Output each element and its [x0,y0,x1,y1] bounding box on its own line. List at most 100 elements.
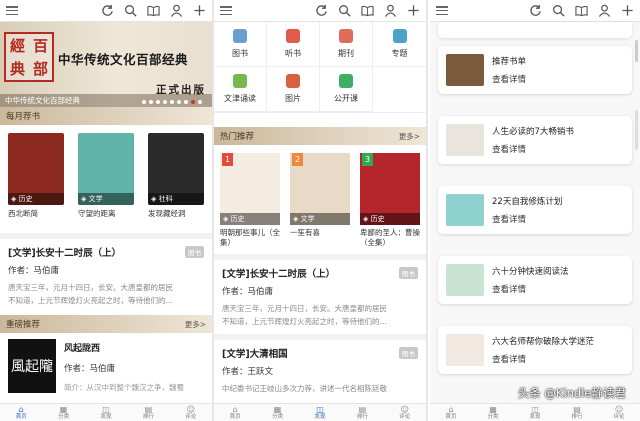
nav-item-discover[interactable]: ◫ 发现 [314,405,325,420]
book-cover[interactable]: ◈ 文学 [78,133,134,205]
article-card[interactable]: [文学]大清相国 图书 作者：王跃文 中纪委书记王岐山多次力荐，讲述一代名相陈廷… [214,334,426,401]
view-details-link[interactable]: 查看详情 [492,73,526,85]
nav-label: 评论 [613,414,625,420]
category-item[interactable]: 专题 [373,22,426,67]
view-details-link[interactable]: 查看详情 [492,213,562,225]
featured-section-header: 重磅推荐 更多> [0,315,212,333]
book-cover[interactable]: 2 ◈ 文学 [290,153,350,225]
book-cover[interactable]: ◈ 社科 [148,133,204,205]
carousel-dots[interactable] [142,100,202,104]
hot-book-row: 1 ◈ 历史 明朝那些事儿（全集） 2 ◈ 文学 一笙有喜 3 ◈ 历史 卑鄙的… [214,145,426,248]
rank-badge: 1 [222,153,233,166]
partial-card[interactable] [438,22,632,38]
nav-label: 分类 [58,414,70,420]
plus-icon[interactable] [621,4,634,17]
card-thumbnail [446,264,484,296]
nav-label: 排行 [571,414,583,420]
section-title: 重磅推荐 [6,320,41,330]
rank-badge: 2 [292,153,303,166]
bookshelf-icon[interactable] [361,4,374,17]
nav-item-comment[interactable]: ☺ 评论 [399,405,410,420]
comment-icon: ☺ [186,405,195,414]
view-details-link[interactable]: 查看详情 [492,143,574,155]
category-icon [286,29,300,43]
nav-label: 排行 [356,414,368,420]
article-card[interactable]: [文学]长安十二时辰（上） 图书 作者：马伯庸 唐天宝三年，元月十四日，长安。大… [0,233,212,313]
plus-icon[interactable] [407,4,420,17]
category-item[interactable]: 期刊 [320,22,373,67]
nav-item-category[interactable]: ▦ 分类 [58,405,69,420]
user-icon[interactable] [384,4,397,17]
nav-item-discover[interactable]: ◫ 发现 [529,405,540,420]
more-link[interactable]: 更多> [399,131,420,142]
book-card[interactable]: 3 ◈ 历史 卑鄙的圣人：曹操（全集） [360,153,420,248]
booklist-card[interactable]: 六大名师帮你破除大学迷茫 查看详情 [438,326,632,374]
nav-item-rank[interactable]: ▤ 排行 [143,405,154,420]
nav-item-home[interactable]: ⌂ 首页 [16,405,27,420]
article-card[interactable]: [文学]长安十二时辰（上） 图书 作者：马伯庸 唐天宝三年，元月十四日，长安。大… [214,254,426,334]
book-card[interactable]: ◈ 社科 发现藏经洞 [148,133,204,219]
book-cover[interactable]: ◈ 历史 [8,133,64,205]
discover-icon: ◫ [531,405,539,414]
nav-item-rank[interactable]: ▤ 排行 [571,405,582,420]
user-icon[interactable] [598,4,611,17]
nav-item-discover[interactable]: ◫ 发现 [100,405,111,420]
refresh-icon[interactable] [101,4,114,17]
featured-title: 风起陇西 [64,344,101,354]
nav-item-category[interactable]: ▦ 分类 [272,405,283,420]
book-card[interactable]: ◈ 文学 守望的距离 [78,133,134,219]
refresh-icon[interactable] [529,4,542,17]
refresh-icon[interactable] [315,4,328,17]
category-item[interactable]: 公开课 [320,67,373,112]
category-item[interactable]: 图片 [267,67,320,112]
category-item[interactable]: 文津诵读 [214,67,267,112]
featured-cover[interactable]: 風起隴 [8,339,56,393]
bookshelf-icon[interactable] [575,4,588,17]
menu-icon[interactable] [436,6,448,15]
category-item[interactable]: 图书 [214,22,267,67]
menu-icon[interactable] [6,6,18,15]
home-icon: ⌂ [18,405,24,414]
booklist-card[interactable]: 六十分钟快速阅读法 查看详情 [438,256,632,304]
nav-item-home[interactable]: ⌂ 首页 [230,405,241,420]
category-icon [286,74,300,88]
booklist-card[interactable]: 22天自我修炼计划 查看详情 [438,186,632,234]
nav-item-rank[interactable]: ▤ 排行 [357,405,368,420]
search-icon[interactable] [124,4,137,17]
home-icon: ⌂ [232,405,238,414]
article-title: [文学]长安十二时辰（上） [222,269,336,280]
booklist-card[interactable]: 推荐书单 查看详情 [438,46,632,94]
scrollbar[interactable] [635,40,638,62]
search-icon[interactable] [338,4,351,17]
more-link[interactable]: 更多> [185,319,206,330]
nav-label: 发现 [529,414,541,420]
book-card[interactable]: 2 ◈ 文学 一笙有喜 [290,153,350,248]
category-item[interactable]: 听书 [267,22,320,67]
menu-icon[interactable] [220,6,232,15]
plus-icon[interactable] [193,4,206,17]
home-screen: 經 百 典 部 中华传统文化百部经典 正式出版 中华传统文化百部经典 每月荐书 … [0,0,212,421]
book-title: 卑鄙的圣人：曹操（全集） [360,228,420,247]
nav-item-comment[interactable]: ☺ 评论 [185,405,196,420]
bookshelf-icon[interactable] [147,4,160,17]
user-icon[interactable] [170,4,183,17]
book-card[interactable]: ◈ 历史 西北断简 [8,133,64,219]
category-icon: ▦ [489,405,497,414]
booklist-card[interactable]: 人生必读的7大畅销书 查看详情 [438,116,632,164]
book-title: 明朝那些事儿（全集） [220,228,280,247]
search-icon[interactable] [552,4,565,17]
book-cover[interactable]: 3 ◈ 历史 [360,153,420,225]
book-card[interactable]: 1 ◈ 历史 明朝那些事儿（全集） [220,153,280,248]
category-screen: 图书 听书 期刊 专题 文津诵读 图片 公开课 热门推荐 更多> 1 ◈ 历史 明朝那些事儿… [214,0,426,421]
banner-carousel[interactable]: 經 百 典 部 中华传统文化百部经典 正式出版 中华传统文化百部经典 [0,22,212,107]
rank-icon: ▤ [358,405,367,414]
nav-item-comment[interactable]: ☺ 评论 [613,405,624,420]
featured-book[interactable]: 風起隴 风起陇西 作者：马伯庸 简介：从汉中到整个魏汉之争，魏蜀 [0,333,212,399]
nav-item-category[interactable]: ▦ 分类 [487,405,498,420]
nav-item-home[interactable]: ⌂ 首页 [445,405,456,420]
scrollbar[interactable] [635,110,638,150]
view-details-link[interactable]: 查看详情 [492,283,569,295]
book-cover[interactable]: 1 ◈ 历史 [220,153,280,225]
view-details-link[interactable]: 查看详情 [492,353,594,365]
nav-label: 评论 [399,414,411,420]
